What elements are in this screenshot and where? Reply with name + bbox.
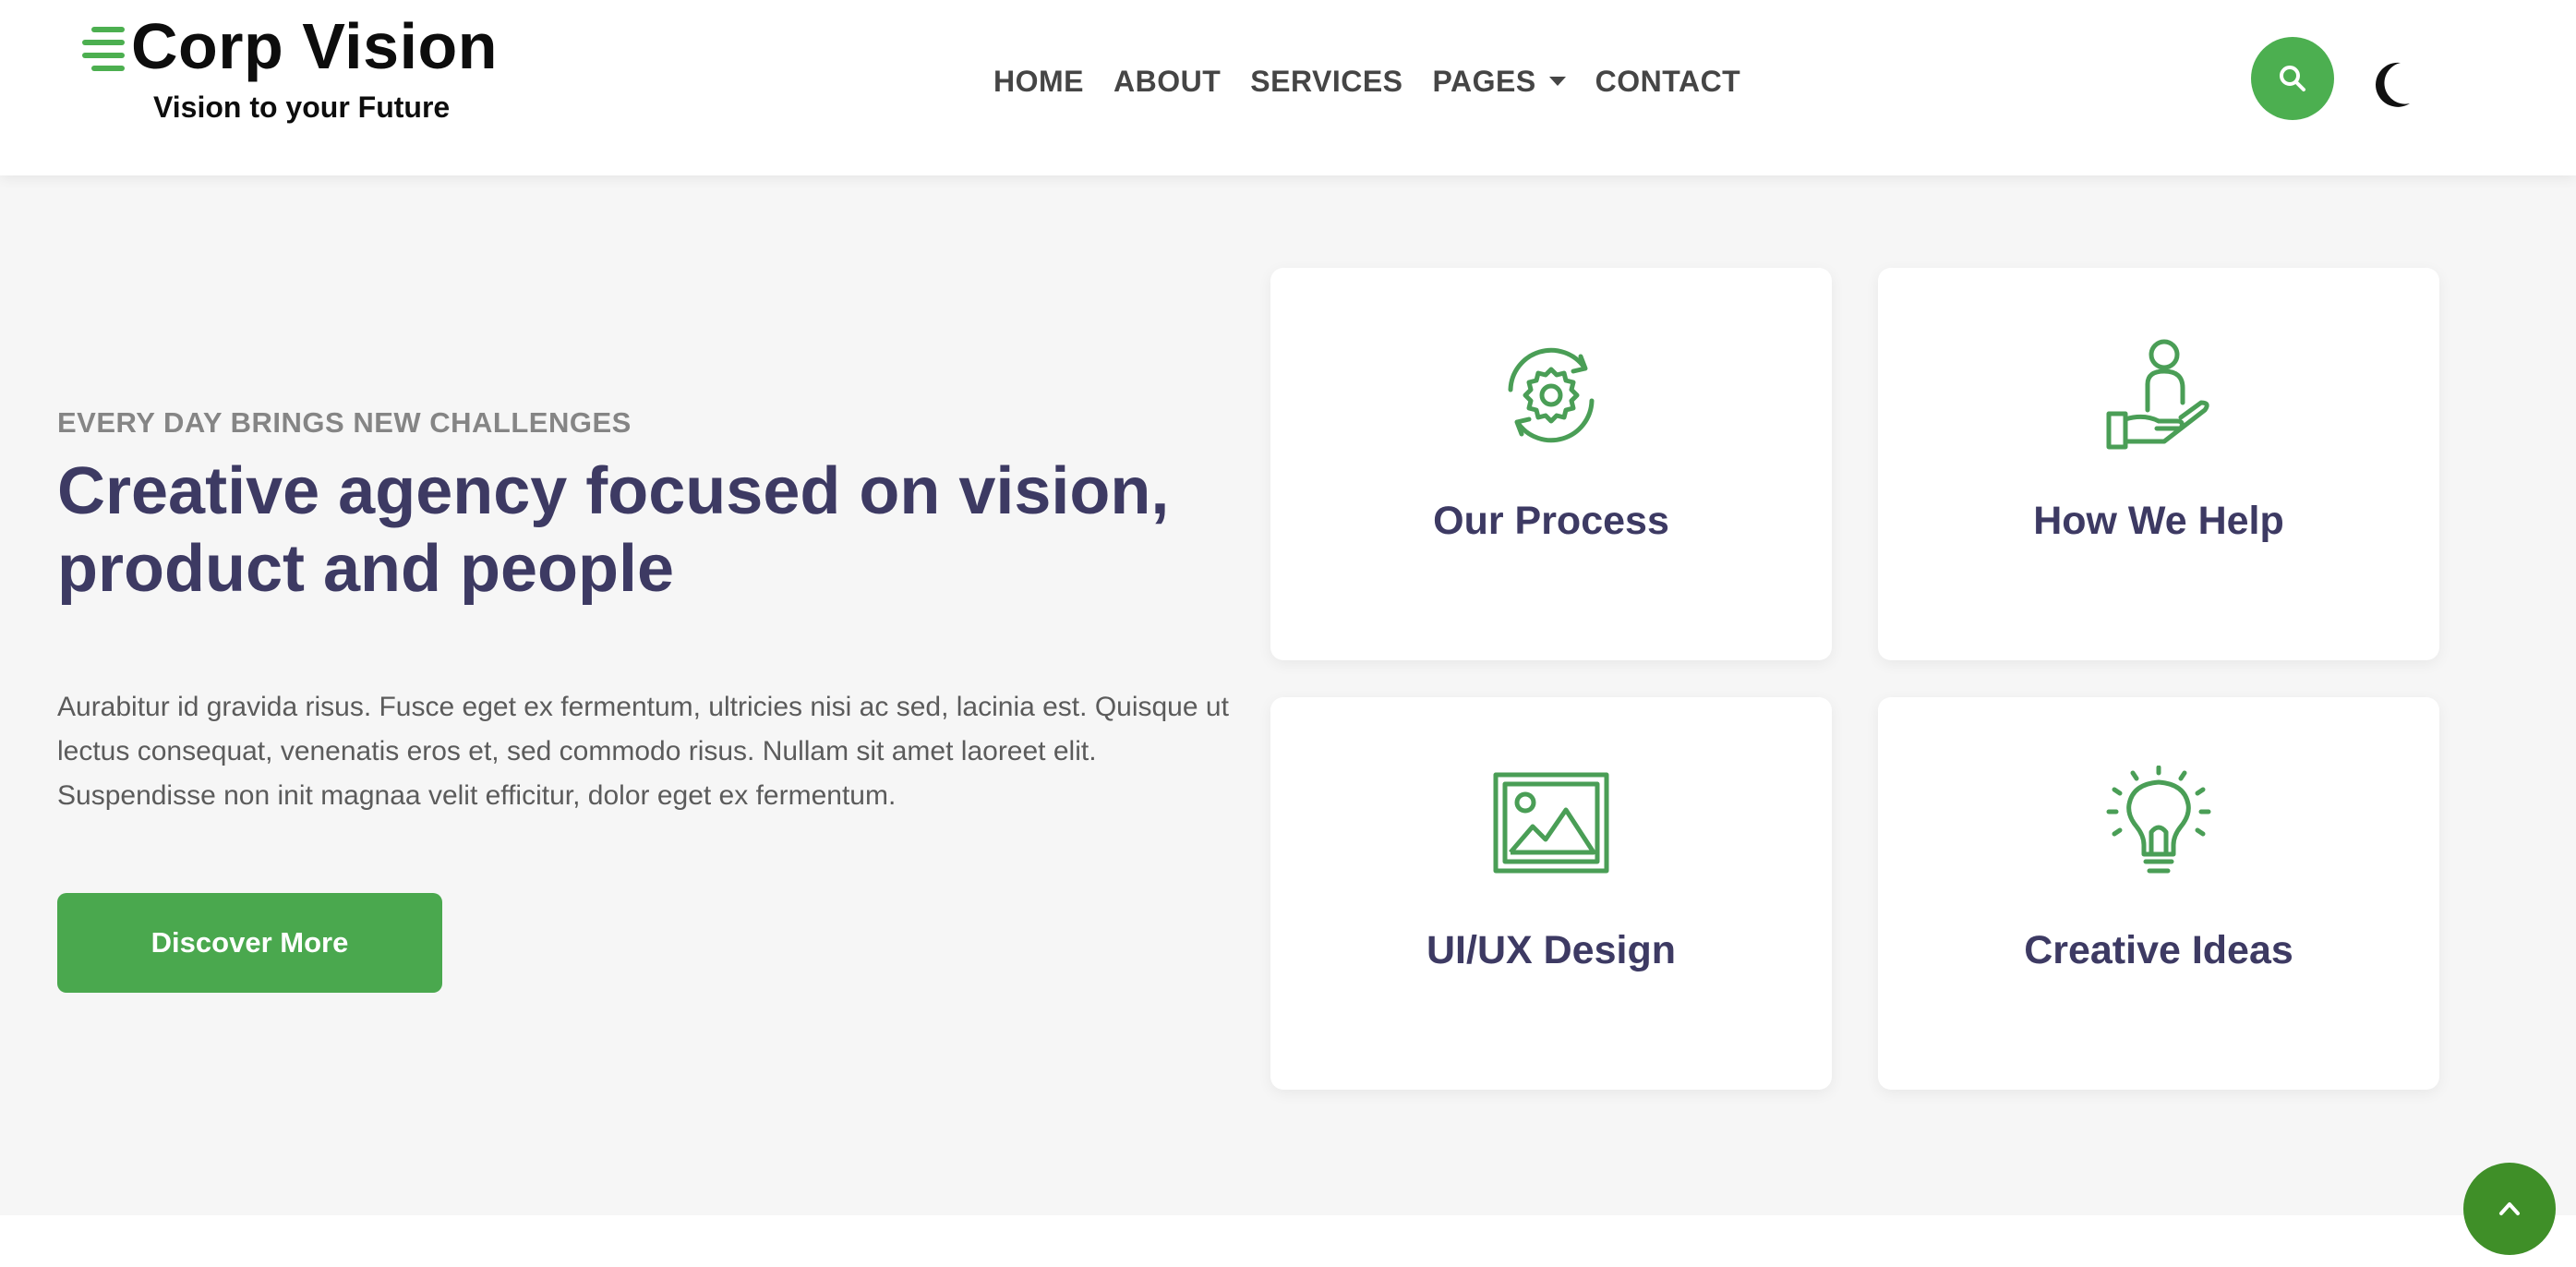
nav-home-label: HOME [993, 64, 1084, 98]
menu-lines-icon [82, 27, 125, 71]
search-icon [2280, 66, 2305, 91]
brand-tagline: Vision to your Future [153, 90, 451, 124]
nav-about[interactable]: ABOUT [1113, 65, 1221, 99]
hero-body: Aurabitur id gravida risus. Fusce eget e… [57, 692, 1229, 811]
nav-services[interactable]: SERVICES [1250, 65, 1402, 99]
chevron-up-icon [2499, 1202, 2520, 1215]
caret-down-icon [1548, 77, 1566, 86]
feature-title: How We Help [2033, 499, 2284, 543]
nav-pages-label: PAGES [1432, 64, 1536, 98]
feature-card-our-process[interactable]: Our Process [1270, 268, 1832, 660]
hero-eyebrow: EVERY DAY BRINGS NEW CHALLENGES [57, 406, 632, 439]
nav-contact-label: CONTACT [1595, 64, 1741, 98]
gear-cycle-icon [1508, 347, 1595, 443]
image-icon [1493, 772, 1609, 874]
hero-headline: Creative agency focused on vision, produ… [57, 454, 1170, 606]
nav-pages-dropdown[interactable]: PAGES [1433, 65, 1566, 99]
search-button[interactable] [2251, 37, 2334, 120]
nav-home[interactable]: HOME [993, 65, 1084, 99]
feature-title: Creative Ideas [2024, 928, 2293, 972]
scroll-to-top-button[interactable] [2463, 1163, 2556, 1255]
person-hand-icon [2106, 339, 2209, 450]
feature-card-how-we-help[interactable]: How We Help [1878, 268, 2439, 660]
feature-title: Our Process [1433, 499, 1669, 543]
feature-title: UI/UX Design [1426, 928, 1676, 972]
discover-more-button[interactable]: Discover More [57, 893, 442, 993]
feature-card-creative-ideas[interactable]: Creative Ideas [1878, 697, 2439, 1090]
nav-contact[interactable]: CONTACT [1595, 65, 1741, 99]
lightbulb-icon [2106, 766, 2211, 874]
brand-name: Corp Vision [131, 10, 499, 82]
nav-services-label: SERVICES [1250, 64, 1403, 98]
moon-icon[interactable] [2367, 57, 2415, 113]
main-nav: HOME ABOUT SERVICES PAGES CONTACT [993, 57, 1740, 105]
brand-logo[interactable]: Corp Vision Vision to your Future [78, 9, 498, 139]
hero-section: EVERY DAY BRINGS NEW CHALLENGES Creative… [0, 175, 2576, 1215]
nav-about-label: ABOUT [1113, 64, 1222, 98]
feature-card-ui-ux-design[interactable]: UI/UX Design [1270, 697, 1832, 1090]
site-header: Corp Vision Vision to your Future HOME A… [0, 0, 2576, 175]
